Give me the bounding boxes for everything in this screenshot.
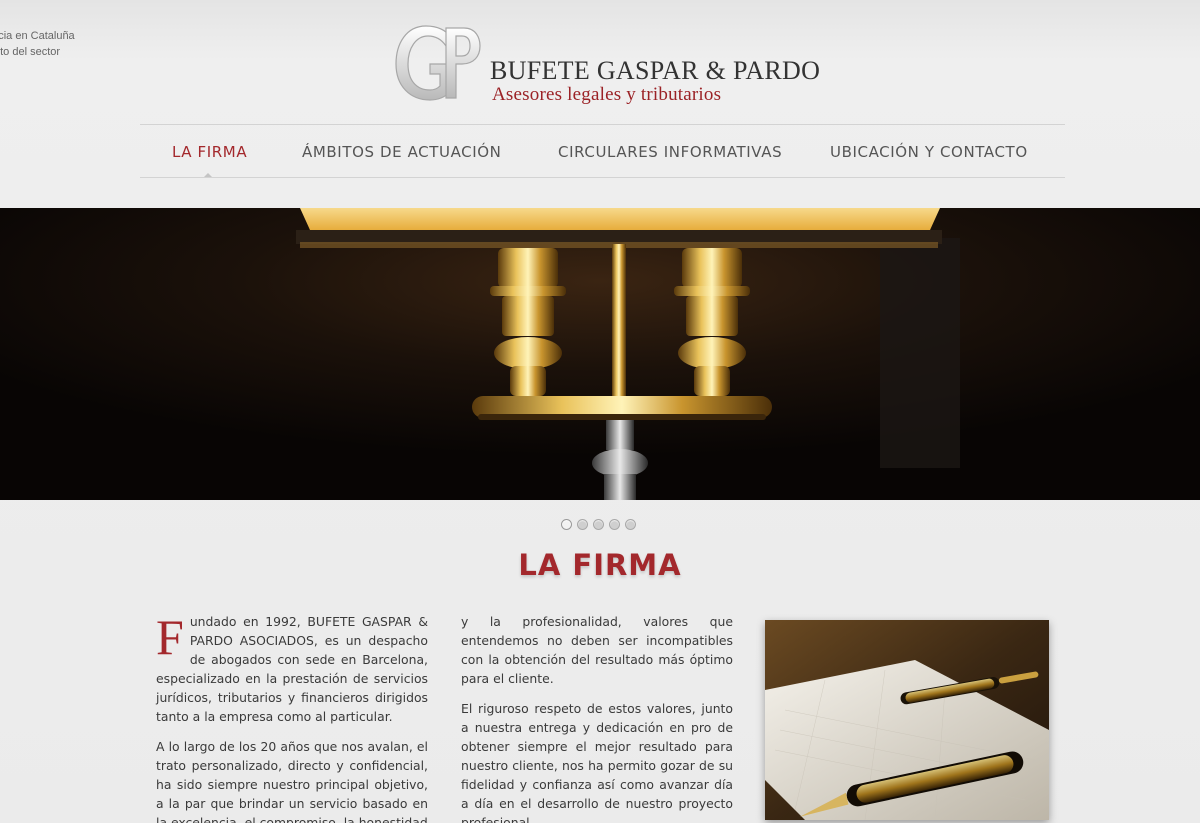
header-tagline: encia en Cataluña nto del sector bbox=[0, 28, 100, 60]
nav-item-ubicacion-y-contacto[interactable]: UBICACIÓN Y CONTACTO bbox=[830, 143, 1028, 161]
slider-dot-4[interactable] bbox=[609, 519, 620, 530]
slider-dot-1[interactable] bbox=[561, 519, 572, 530]
page-title: LA FIRMA bbox=[518, 548, 682, 582]
active-nav-caret-icon bbox=[204, 173, 212, 177]
lamp-photo bbox=[0, 208, 1200, 500]
pens-photo-image bbox=[765, 620, 1049, 820]
nav-item-ambitos-de-actuacion[interactable]: ÁMBITOS DE ACTUACIÓN bbox=[302, 143, 502, 161]
values-paragraph: y la profesionalidad, valores que entend… bbox=[461, 614, 733, 686]
slider-dot-5[interactable] bbox=[625, 519, 636, 530]
tagline-line-2: nto del sector bbox=[0, 46, 61, 58]
firm-subtitle: Asesores legales y tributarios bbox=[492, 84, 722, 105]
firm-name: BUFETE GASPAR & PARDO bbox=[490, 56, 821, 85]
slider-dot-2[interactable] bbox=[577, 519, 588, 530]
hero-slider[interactable] bbox=[0, 208, 1200, 500]
site-logo[interactable]: BUFETE GASPAR & PARDO Asesores legales y… bbox=[392, 18, 892, 108]
main-nav: LA FIRMA ÁMBITOS DE ACTUACIÓN CIRCULARES… bbox=[140, 124, 1065, 178]
gp-monogram-icon bbox=[395, 25, 481, 101]
intro-paragraph: Fundado en 1992, BUFETE GASPAR & PARDO A… bbox=[156, 612, 428, 726]
dropcap-letter: F bbox=[156, 609, 184, 665]
slider-pagination bbox=[561, 515, 641, 530]
content-column-2: y la profesionalidad, valores que entend… bbox=[461, 612, 733, 823]
nav-item-circulares-informativas[interactable]: CIRCULARES INFORMATIVAS bbox=[558, 143, 782, 161]
content-column-1: Fundado en 1992, BUFETE GASPAR & PARDO A… bbox=[156, 612, 428, 823]
pens-photo bbox=[765, 620, 1049, 820]
nav-item-la-firma[interactable]: LA FIRMA bbox=[172, 143, 247, 161]
history-paragraph: A lo largo de los 20 años que nos avalan… bbox=[156, 739, 428, 823]
commitment-paragraph: El riguroso respeto de estos valores, ju… bbox=[461, 701, 733, 823]
intro-paragraph-text: undado en 1992, BUFETE GASPAR & PARDO AS… bbox=[156, 614, 428, 724]
tagline-line-1: encia en Cataluña bbox=[0, 30, 75, 42]
slider-dot-3[interactable] bbox=[593, 519, 604, 530]
